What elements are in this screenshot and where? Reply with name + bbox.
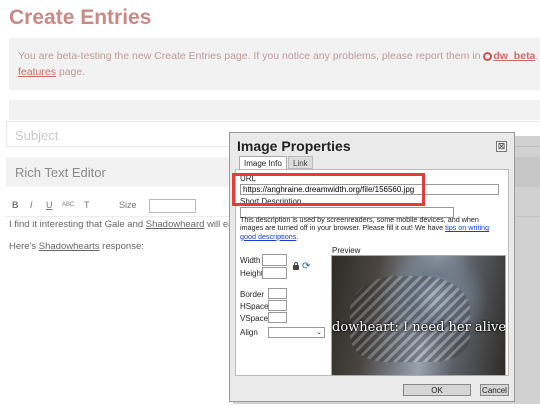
dreamwidth-community-icon: [483, 52, 493, 61]
beta-notice-text: You are beta-testing the new Create Entr…: [18, 50, 481, 62]
preview-caption: dowheart: I need her alive: [332, 320, 506, 335]
image-preview: dowheart: I need her alive: [331, 255, 506, 376]
width-field[interactable]: [262, 254, 287, 266]
border-label: Border: [240, 290, 265, 299]
size-select[interactable]: [149, 199, 196, 213]
tab-link[interactable]: Link: [288, 156, 313, 169]
preview-armor-texture: [350, 276, 470, 362]
vspace-field[interactable]: [268, 312, 287, 323]
features-link[interactable]: features: [18, 66, 56, 78]
close-icon[interactable]: ⊠: [496, 141, 507, 152]
width-label: Width: [240, 256, 261, 265]
align-label: Align: [240, 328, 258, 337]
strikethrough-button[interactable]: ABC: [62, 202, 74, 208]
page-title: Create Entries: [9, 6, 152, 29]
text-format-button[interactable]: T: [84, 200, 90, 210]
preview-label: Preview: [332, 246, 361, 255]
tab-image-info[interactable]: Image Info: [239, 156, 287, 169]
height-field[interactable]: [262, 267, 287, 279]
hspace-label: HSpace: [240, 302, 269, 311]
beta-notice: You are beta-testing the new Create Entr…: [9, 38, 540, 90]
bold-button[interactable]: B: [12, 200, 19, 210]
hspace-field[interactable]: [268, 300, 287, 311]
description-note: This description is used by screenreader…: [240, 215, 490, 241]
align-select[interactable]: ⌄: [268, 327, 325, 338]
lock-ratio-icon[interactable]: [293, 262, 299, 270]
cancel-button[interactable]: Cancel: [480, 384, 509, 396]
beta-notice-end: page.: [58, 66, 86, 78]
reset-size-icon[interactable]: ⟳: [302, 262, 310, 272]
border-field[interactable]: [268, 288, 287, 299]
vspace-label: VSpace: [240, 314, 269, 323]
underline-button[interactable]: U: [46, 200, 53, 210]
dw-beta-link[interactable]: dw_beta: [493, 50, 535, 62]
ok-button[interactable]: OK: [403, 384, 471, 396]
size-label: Size: [119, 200, 137, 210]
url-highlight-box: [232, 173, 425, 206]
height-label: Height: [240, 269, 264, 278]
chevron-down-icon: ⌄: [316, 329, 322, 336]
dialog-title: Image Properties: [237, 138, 351, 154]
toolbar-strip: [9, 100, 540, 120]
italic-button[interactable]: I: [30, 200, 33, 210]
